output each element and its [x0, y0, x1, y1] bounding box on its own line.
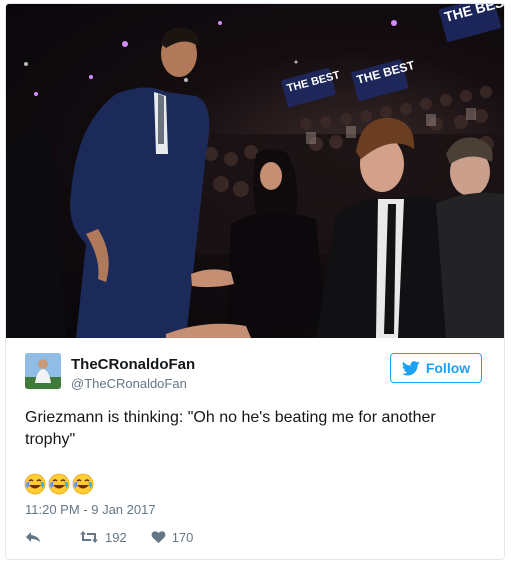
user-handle[interactable]: @TheCRonaldoFan: [71, 376, 187, 391]
tweet-photo[interactable]: THE BEST THE BEST THE BEST: [6, 4, 504, 338]
reply-button[interactable]: [25, 530, 41, 544]
photo-scene: THE BEST THE BEST THE BEST: [6, 4, 504, 338]
twitter-bird-icon: [401, 360, 420, 376]
tears-of-joy-icon: [48, 473, 70, 495]
like-count: 170: [171, 529, 194, 545]
display-name[interactable]: TheCRonaldoFan: [71, 356, 195, 373]
emoji-row: [24, 473, 94, 495]
like-button[interactable]: 170: [151, 529, 194, 545]
retweet-icon: [79, 530, 99, 544]
tweet-card: THE BEST THE BEST THE BEST TheCRonaldoFa…: [5, 3, 505, 560]
tears-of-joy-icon: [72, 473, 94, 495]
tweet-timestamp[interactable]: 11:20 PM - 9 Jan 2017: [25, 502, 156, 517]
follow-label: Follow: [425, 360, 471, 376]
follow-button[interactable]: Follow: [390, 353, 482, 383]
heart-icon: [151, 530, 166, 544]
reply-icon: [25, 530, 41, 544]
tears-of-joy-icon: [24, 473, 46, 495]
retweet-count: 192: [105, 529, 127, 545]
retweet-button[interactable]: 192: [79, 530, 127, 545]
tweet-text: Griezmann is thinking: "Oh no he's beati…: [25, 409, 436, 448]
avatar[interactable]: [25, 353, 61, 389]
tweet-actions: 192 170: [25, 528, 193, 546]
